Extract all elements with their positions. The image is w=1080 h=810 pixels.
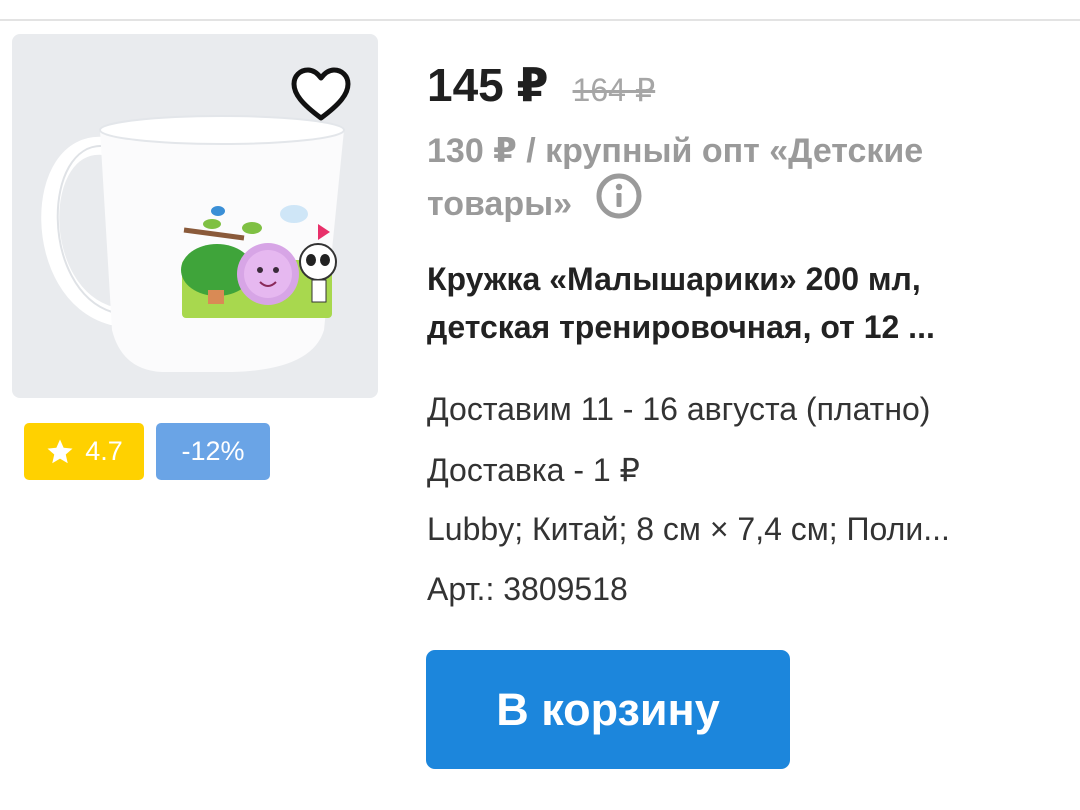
wholesale-text: 130 ₽ / крупный опт «Детские товары» — [427, 132, 924, 223]
delivery-dates: Доставим 11 - 16 августа (платно) — [427, 391, 931, 427]
rating-badge: 4.7 — [24, 423, 144, 480]
favorite-button[interactable] — [290, 66, 352, 124]
old-price: 164 ₽ — [572, 72, 656, 108]
delivery-cost: Доставка - 1 ₽ — [427, 452, 640, 488]
rating-value: 4.7 — [85, 436, 123, 466]
current-price: 145 ₽ — [427, 59, 549, 111]
heart-outline-icon — [291, 67, 351, 121]
star-icon — [45, 437, 75, 467]
add-to-cart-button[interactable]: В корзину — [426, 650, 790, 769]
info-icon[interactable] — [596, 173, 642, 233]
price-row: 145 ₽ 164 ₽ — [427, 58, 655, 112]
wholesale-price: 130 ₽ / крупный опт «Детские товары» — [427, 126, 1027, 236]
product-title[interactable]: Кружка «Малышарики» 200 мл, детская трен… — [427, 255, 1027, 351]
article-number: Арт.: 3809518 — [427, 571, 628, 607]
discount-badge: -12% — [156, 423, 270, 480]
top-divider — [0, 19, 1080, 21]
discount-value: -12% — [181, 436, 245, 466]
product-specs: Lubby; Китай; 8 см × 7,4 см; Поли... — [427, 511, 950, 547]
